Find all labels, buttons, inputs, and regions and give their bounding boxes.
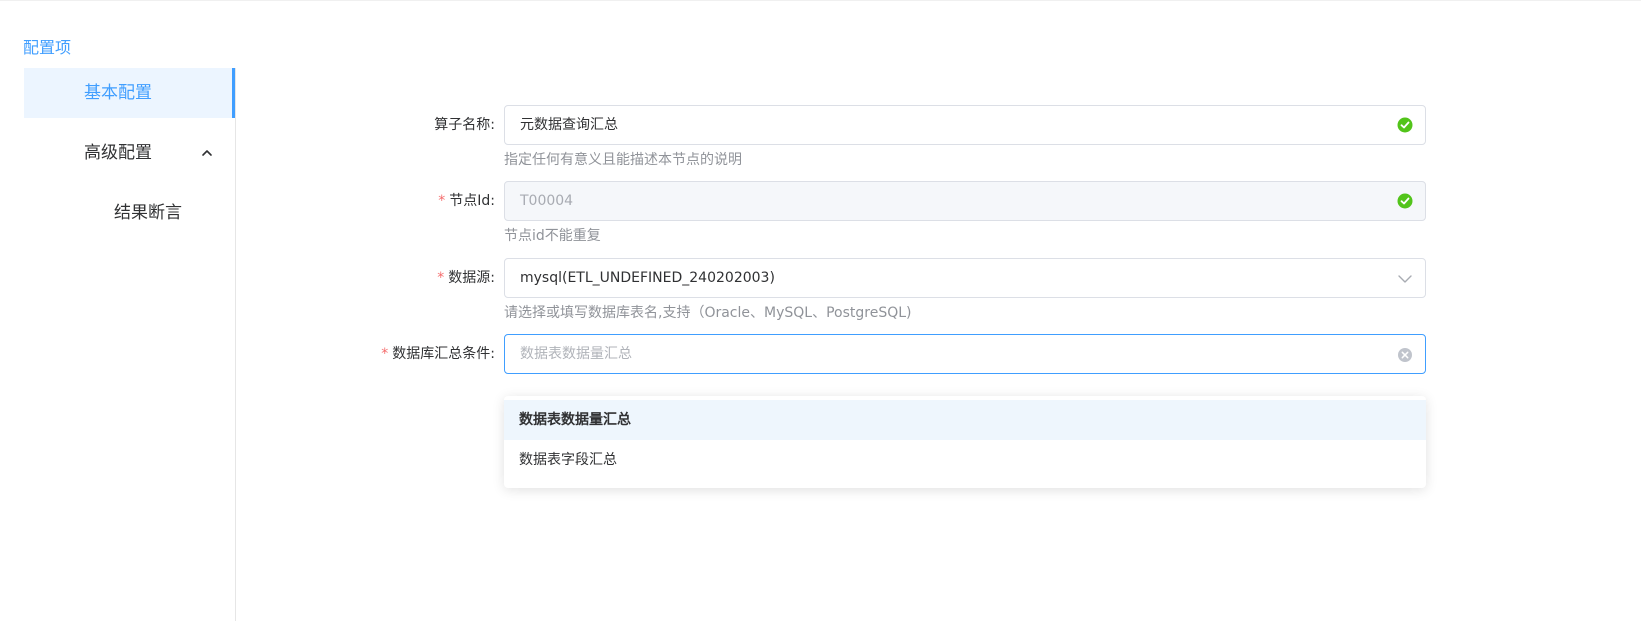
dropdown-option[interactable]: 数据表字段汇总 xyxy=(504,440,1426,480)
datasource-select[interactable]: mysql(ETL_UNDEFINED_240202003) xyxy=(504,258,1426,298)
config-page: 配置项 基本配置 高级配置 结果断言 算子名称: 元数据查询汇总 指定任何有意义… xyxy=(0,0,1641,621)
operator-name-helper: 指定任何有意义且能描述本节点的说明 xyxy=(504,152,742,168)
sidebar-item-label: 高级配置 xyxy=(84,143,152,163)
sidebar-divider xyxy=(235,68,236,621)
clear-circle-icon[interactable] xyxy=(1397,347,1413,363)
required-asterisk: * xyxy=(381,346,389,362)
check-circle-icon xyxy=(1397,193,1413,209)
dropdown-option[interactable]: 数据表数据量汇总 xyxy=(504,400,1426,440)
sidebar-title: 配置项 xyxy=(23,38,72,57)
chevron-down-icon[interactable] xyxy=(1397,271,1413,287)
top-divider xyxy=(0,0,1641,1)
summary-condition-select[interactable]: 数据表数据量汇总 xyxy=(504,334,1426,374)
sidebar-item-label: 基本配置 xyxy=(84,83,152,103)
sidebar-item-basic-config[interactable]: 基本配置 xyxy=(24,68,235,118)
required-asterisk: * xyxy=(438,193,446,209)
sidebar-item-result-assertion[interactable]: 结果断言 xyxy=(24,188,235,238)
operator-name-input[interactable]: 元数据查询汇总 xyxy=(504,105,1426,145)
sidebar-item-advanced-config[interactable]: 高级配置 xyxy=(24,128,235,178)
node-id-helper: 节点id不能重复 xyxy=(504,228,601,244)
required-asterisk: * xyxy=(437,270,445,286)
datasource-helper: 请选择或填写数据库表名,支持（Oracle、MySQL、PostgreSQL) xyxy=(504,305,912,321)
node-id-input[interactable]: T00004 xyxy=(504,181,1426,221)
check-circle-icon xyxy=(1397,117,1413,133)
summary-condition-dropdown: 数据表数据量汇总 数据表字段汇总 xyxy=(504,396,1426,488)
sidebar-item-label: 结果断言 xyxy=(114,203,182,223)
chevron-up-icon[interactable] xyxy=(201,148,213,158)
